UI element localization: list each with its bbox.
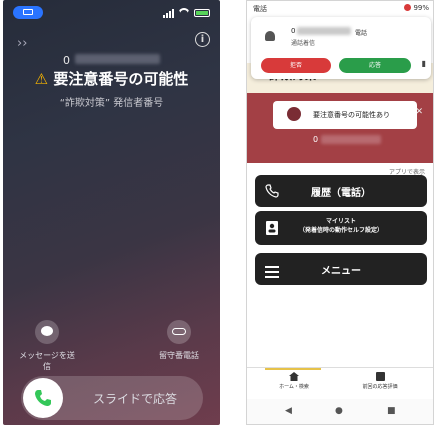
slide-text: スライドで応答 — [93, 392, 178, 406]
voicemail-label: 留守番電話 — [159, 351, 199, 360]
alert-card: 要注意番号の可能性あり — [273, 101, 417, 129]
person-icon — [265, 31, 275, 41]
decline-button[interactable]: 拒否 — [261, 58, 331, 73]
notif-sub: 通話着信 — [291, 40, 316, 47]
nav-rating-label: 前回の応答評価 — [362, 384, 398, 390]
message-label: メッセージを送信 — [19, 351, 75, 371]
alert-number: 0 — [313, 135, 319, 144]
warning-text: 要注意番号の可能性 — [53, 70, 189, 88]
status-left: 電話 — [253, 5, 267, 13]
notification-dot-icon — [404, 4, 412, 11]
nav-home-label: ホーム・検索 — [279, 384, 309, 390]
caller-person-icon — [287, 107, 301, 121]
message-button[interactable]: メッセージを送信 — [17, 320, 77, 372]
ios-status-bar — [13, 6, 210, 20]
incoming-call-notification[interactable]: 0 電話 通話着信 拒否 応答 ▮ — [251, 17, 431, 79]
phone-icon — [35, 390, 51, 406]
ios-status-icons — [163, 6, 210, 19]
redacted-number — [75, 54, 160, 64]
active-tab-indicator — [265, 368, 321, 370]
warning-title: ⚠ 要注意番号の可能性 — [3, 68, 220, 89]
menu-button[interactable]: メニュー — [255, 253, 427, 285]
screen-icon — [23, 9, 33, 15]
message-bubble-icon — [35, 320, 59, 344]
status-right: 99% — [404, 4, 429, 12]
battery-level: 99% — [413, 4, 429, 12]
redacted-number — [297, 27, 351, 35]
alert-text: 要注意番号の可能性あり — [313, 111, 390, 119]
slide-to-answer-track[interactable]: スライドで応答 — [21, 376, 203, 420]
audio-waves-icon: ›› — [17, 36, 28, 51]
warning-triangle-icon: ⚠ — [34, 70, 49, 88]
pin-icon[interactable]: ▮ — [422, 59, 426, 68]
decline-label: 拒否 — [289, 62, 302, 69]
battery-icon — [194, 8, 210, 17]
cellular-signal-icon — [163, 8, 174, 18]
redacted-number — [321, 135, 381, 144]
mylist-button[interactable]: マイリスト （発着信時の動作セルフ設定） — [255, 211, 427, 245]
close-icon[interactable]: ✕ — [415, 107, 423, 117]
bottom-nav: ホーム・検索 前回の応答評価 — [247, 367, 433, 398]
rating-icon — [375, 372, 385, 381]
history-label: 履歴（電話） — [311, 188, 371, 199]
notif-number-tag: 電話 — [355, 30, 368, 37]
back-icon[interactable]: ◀ — [285, 406, 292, 416]
caller-id-source: “詐欺対策” 発信者番号 — [59, 98, 164, 109]
screen-share-indicator[interactable] — [13, 6, 43, 19]
voicemail-button[interactable]: 留守番電話 — [149, 320, 209, 361]
android-nav-bar: ◀ ● ■ — [247, 399, 433, 424]
mylist-label: マイリスト （発着信時の動作セルフ設定） — [298, 218, 383, 234]
wifi-icon — [178, 8, 190, 17]
answer-knob[interactable] — [23, 378, 63, 418]
history-button[interactable]: 履歴（電話） — [255, 175, 427, 207]
recents-icon[interactable]: ■ — [387, 406, 396, 416]
nav-home[interactable]: ホーム・検索 — [259, 372, 329, 390]
iphone-call-screen: ›› i 0 ⚠ 要注意番号の可能性 “詐欺対策” 発信者番号 メッセージを送信… — [3, 0, 220, 425]
info-icon[interactable]: i — [195, 32, 210, 47]
home-icon — [289, 372, 299, 381]
notif-number: 0 — [291, 27, 296, 35]
answer-label: 応答 — [368, 62, 381, 69]
answer-button[interactable]: 応答 — [339, 58, 411, 73]
android-status-bar: 電話 99% — [247, 1, 433, 15]
voicemail-icon — [167, 320, 191, 344]
nav-rating[interactable]: 前回の応答評価 — [345, 372, 415, 390]
caller-number: 0 — [63, 54, 70, 67]
android-call-screen: 電話 99% 詐欺対策 by NTTドコモページ 0 電話 通話着信 拒否 応答… — [246, 0, 434, 425]
home-circle-icon[interactable]: ● — [335, 406, 343, 416]
menu-label: メニュー — [321, 266, 361, 277]
